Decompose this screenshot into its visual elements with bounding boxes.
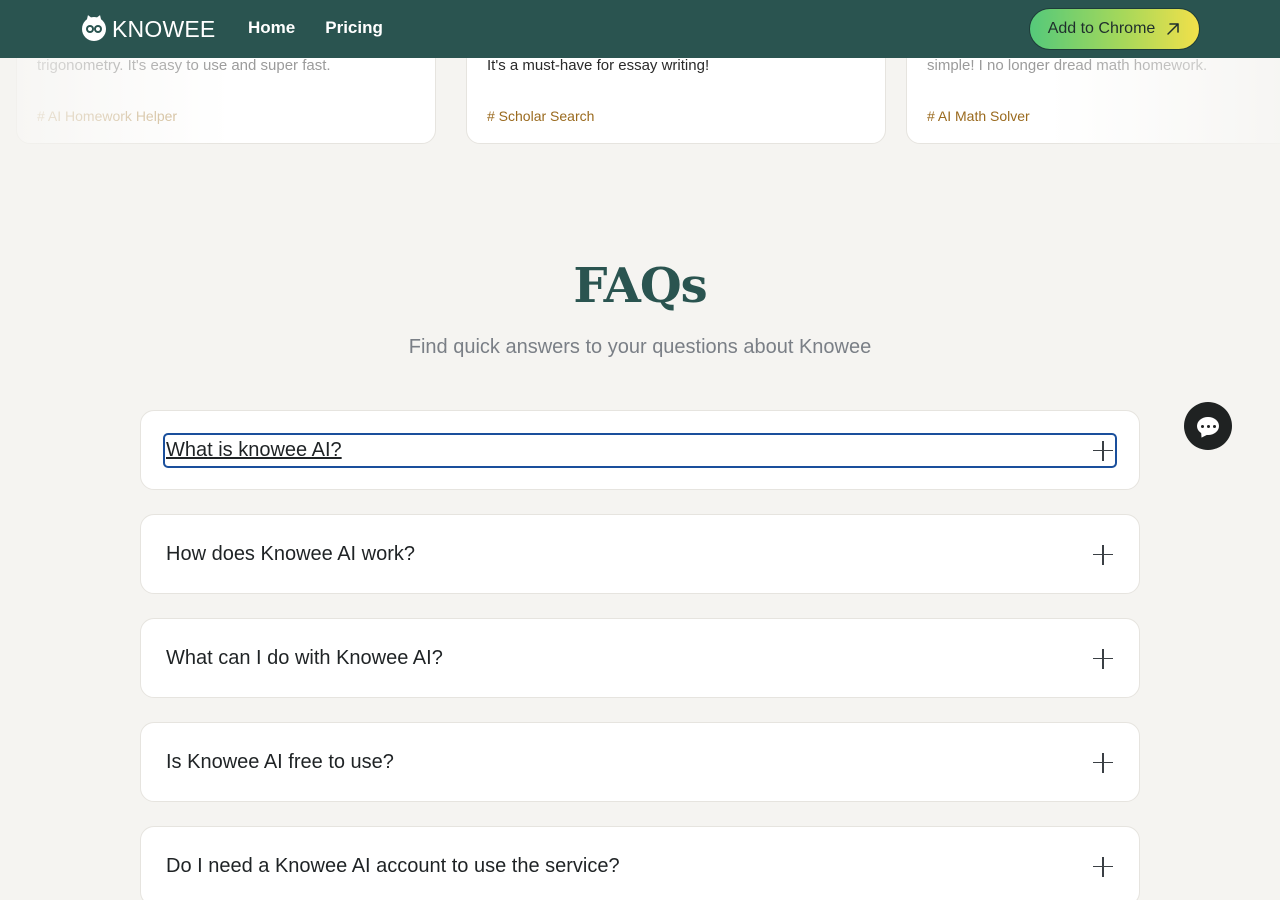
chat-button[interactable] [1184,402,1232,450]
plus-icon [1093,752,1113,773]
nav-pricing-link[interactable]: Pricing [325,18,383,38]
testimonial-quote: It's a must-have for essay writing! [487,57,710,74]
faq-question-text: Do I need a Knowee AI account to use the… [166,855,620,877]
faq-question-toggle[interactable]: How does Knowee AI work? [165,539,1115,570]
testimonial-quote: trigonometry. It's easy to use and super… [37,57,331,74]
testimonial-tag: # AI Homework Helper [37,108,178,124]
faq-item: Do I need a Knowee AI account to use the… [140,826,1140,900]
faq-question-toggle[interactable]: What can I do with Knowee AI? [165,643,1115,674]
faq-question-text: How does Knowee AI work? [166,543,416,565]
faq-item: What can I do with Knowee AI? [140,618,1140,698]
plus-icon [1093,856,1113,877]
faq-question-toggle[interactable]: What is knowee AI? [163,433,1117,468]
logo-text: KNOWEE [112,15,216,42]
faq-item: What is knowee AI? [140,410,1140,490]
faq-item: Is Knowee AI free to use? [140,722,1140,802]
testimonial-tag: # AI Math Solver [927,108,1030,124]
faq-subtitle: Find quick answers to your questions abo… [408,336,872,358]
add-to-chrome-button[interactable]: Add to Chrome [1029,8,1200,50]
testimonial-quote: simple! I no longer dread math homework. [927,57,1208,74]
faq-title: FAQs [573,258,707,314]
nav-home-link[interactable]: Home [248,18,295,38]
faq-question-toggle[interactable]: Do I need a Knowee AI account to use the… [165,851,1115,882]
add-to-chrome-label: Add to Chrome [1047,20,1156,37]
plus-icon [1093,544,1113,565]
site-logo[interactable]: KNOWEE [82,13,216,42]
site-header: KNOWEE Home Pricing Add to Chrome [0,0,1280,58]
owl-logo-icon [82,13,106,41]
faq-question-text: What can I do with Knowee AI? [166,647,443,669]
plus-icon [1093,648,1113,669]
main-nav: Home Pricing [248,18,383,38]
faq-question-text: What is knowee AI? [166,439,342,461]
faq-list: What is knowee AI? How does Knowee AI wo… [140,410,1140,900]
faq-item: How does Knowee AI work? [140,514,1140,594]
plus-icon [1093,440,1113,461]
faq-question-text: Is Knowee AI free to use? [166,751,394,773]
testimonial-tag: # Scholar Search [487,108,595,124]
faq-question-toggle[interactable]: Is Knowee AI free to use? [165,747,1115,778]
chat-icon [1197,417,1219,435]
arrow-up-right-icon [1167,23,1180,35]
